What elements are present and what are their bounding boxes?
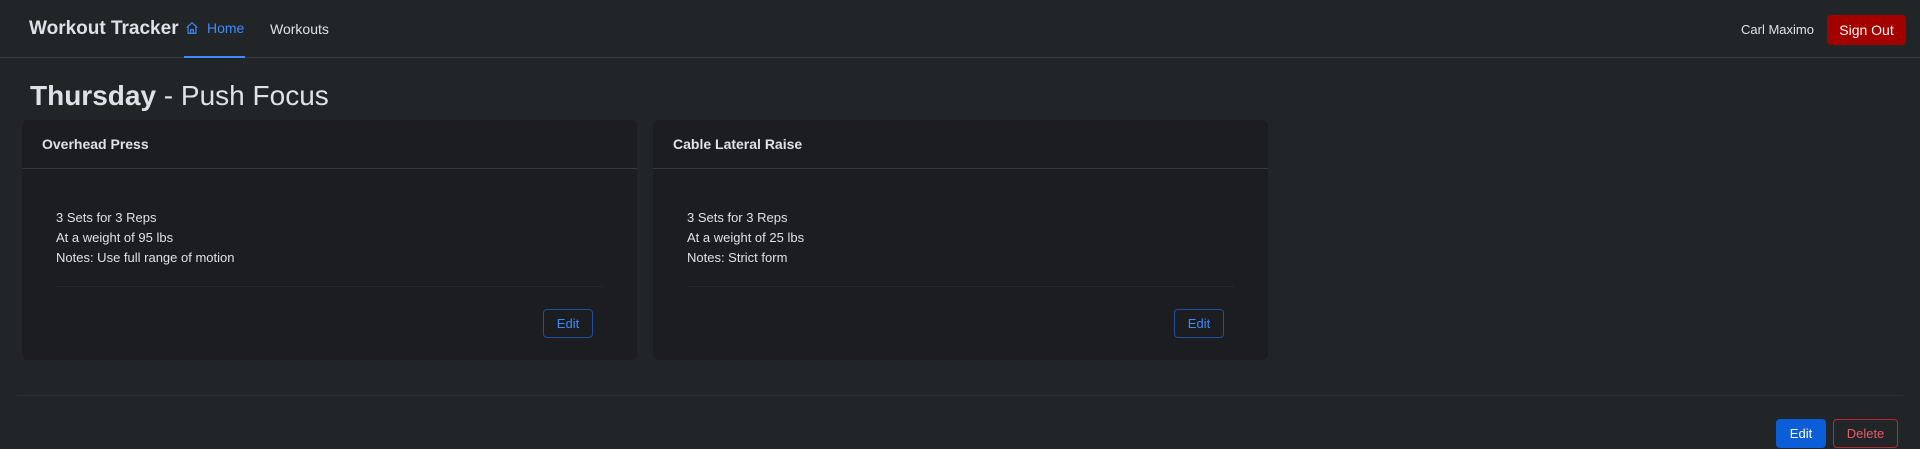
page-title-separator: - bbox=[156, 80, 181, 111]
exercise-weight: At a weight of 95 lbs bbox=[56, 230, 174, 245]
exercise-sets: 3 Sets for 3 Reps bbox=[687, 210, 788, 225]
brand-title[interactable]: Workout Tracker bbox=[29, 18, 179, 40]
exercise-card-body: 3 Sets for 3 Reps At a weight of 25 lbs … bbox=[687, 208, 1234, 268]
sign-out-button[interactable]: Sign Out bbox=[1827, 15, 1906, 45]
edit-workout-button[interactable]: Edit bbox=[1776, 419, 1826, 448]
exercise-notes: Notes: Strict form bbox=[687, 250, 788, 265]
exercise-edit-button[interactable]: Edit bbox=[543, 309, 593, 338]
exercise-notes: Notes: Use full range of motion bbox=[56, 250, 235, 265]
exercise-card-title: Overhead Press bbox=[22, 120, 637, 169]
exercise-card-body: 3 Sets for 3 Reps At a weight of 95 lbs … bbox=[56, 208, 603, 268]
nav-link-home[interactable]: Home bbox=[184, 0, 246, 58]
exercise-card: Overhead Press 3 Sets for 3 Reps At a we… bbox=[22, 120, 637, 360]
delete-workout-button[interactable]: Delete bbox=[1833, 419, 1898, 448]
page-title: Thursday - Push Focus bbox=[30, 79, 329, 113]
exercise-weight: At a weight of 25 lbs bbox=[687, 230, 805, 245]
exercise-card: Cable Lateral Raise 3 Sets for 3 Reps At… bbox=[653, 120, 1268, 360]
page-title-day: Thursday bbox=[30, 80, 157, 111]
footer-divider bbox=[17, 395, 1903, 396]
page-title-focus: Push Focus bbox=[180, 80, 329, 111]
exercise-card-title: Cable Lateral Raise bbox=[653, 120, 1268, 169]
card-divider bbox=[56, 286, 603, 287]
nav-link-home-label: Home bbox=[207, 20, 245, 36]
exercise-edit-button[interactable]: Edit bbox=[1174, 309, 1224, 338]
card-divider bbox=[687, 286, 1234, 287]
exercise-sets: 3 Sets for 3 Reps bbox=[56, 210, 157, 225]
navbar: Workout Tracker Home Workouts Carl Maxim… bbox=[0, 0, 1920, 58]
home-icon bbox=[185, 21, 199, 35]
user-name: Carl Maximo bbox=[1741, 22, 1814, 37]
nav-link-workouts[interactable]: Workouts bbox=[270, 21, 329, 37]
